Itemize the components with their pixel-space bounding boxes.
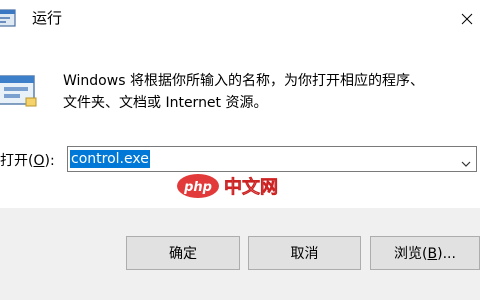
watermark-text: 中文网: [224, 177, 279, 199]
browse-button-label: 浏览(B)...: [394, 246, 456, 262]
open-label-suffix: ):: [44, 153, 55, 169]
description-text: Windows 将根据你所输入的名称，为你打开相应的程序、 文件夹、文档或 In…: [63, 70, 473, 114]
description-line-1: Windows 将根据你所输入的名称，为你打开相应的程序、: [63, 73, 424, 89]
browse-button[interactable]: 浏览(B)...: [370, 236, 480, 270]
open-label: 打开(O):: [0, 151, 55, 171]
description-line-2: 文件夹、文档或 Internet 资源。: [63, 95, 268, 111]
dialog-content: Windows 将根据你所输入的名称，为你打开相应的程序、 文件夹、文档或 In…: [0, 38, 480, 208]
open-input[interactable]: control.exe: [70, 150, 150, 168]
ok-button-label: 确定: [169, 246, 197, 262]
button-bar: 确定 取消 浏览(B)...: [0, 208, 480, 300]
title-bar: 运行: [0, 0, 480, 38]
window-title: 运行: [32, 9, 63, 27]
run-icon: [0, 72, 40, 112]
watermark: php 中文网: [176, 169, 296, 203]
svg-text:php: php: [183, 180, 212, 195]
close-button[interactable]: [454, 0, 480, 38]
close-icon: [461, 10, 473, 29]
run-app-icon: [0, 8, 18, 30]
php-logo-icon: php: [177, 174, 219, 198]
chevron-down-icon[interactable]: [460, 154, 472, 167]
cancel-button[interactable]: 取消: [248, 236, 361, 270]
open-label-accesskey: O: [33, 153, 45, 169]
ok-button[interactable]: 确定: [126, 236, 240, 270]
open-label-prefix: 打开(: [0, 153, 34, 169]
cancel-button-label: 取消: [290, 246, 319, 262]
